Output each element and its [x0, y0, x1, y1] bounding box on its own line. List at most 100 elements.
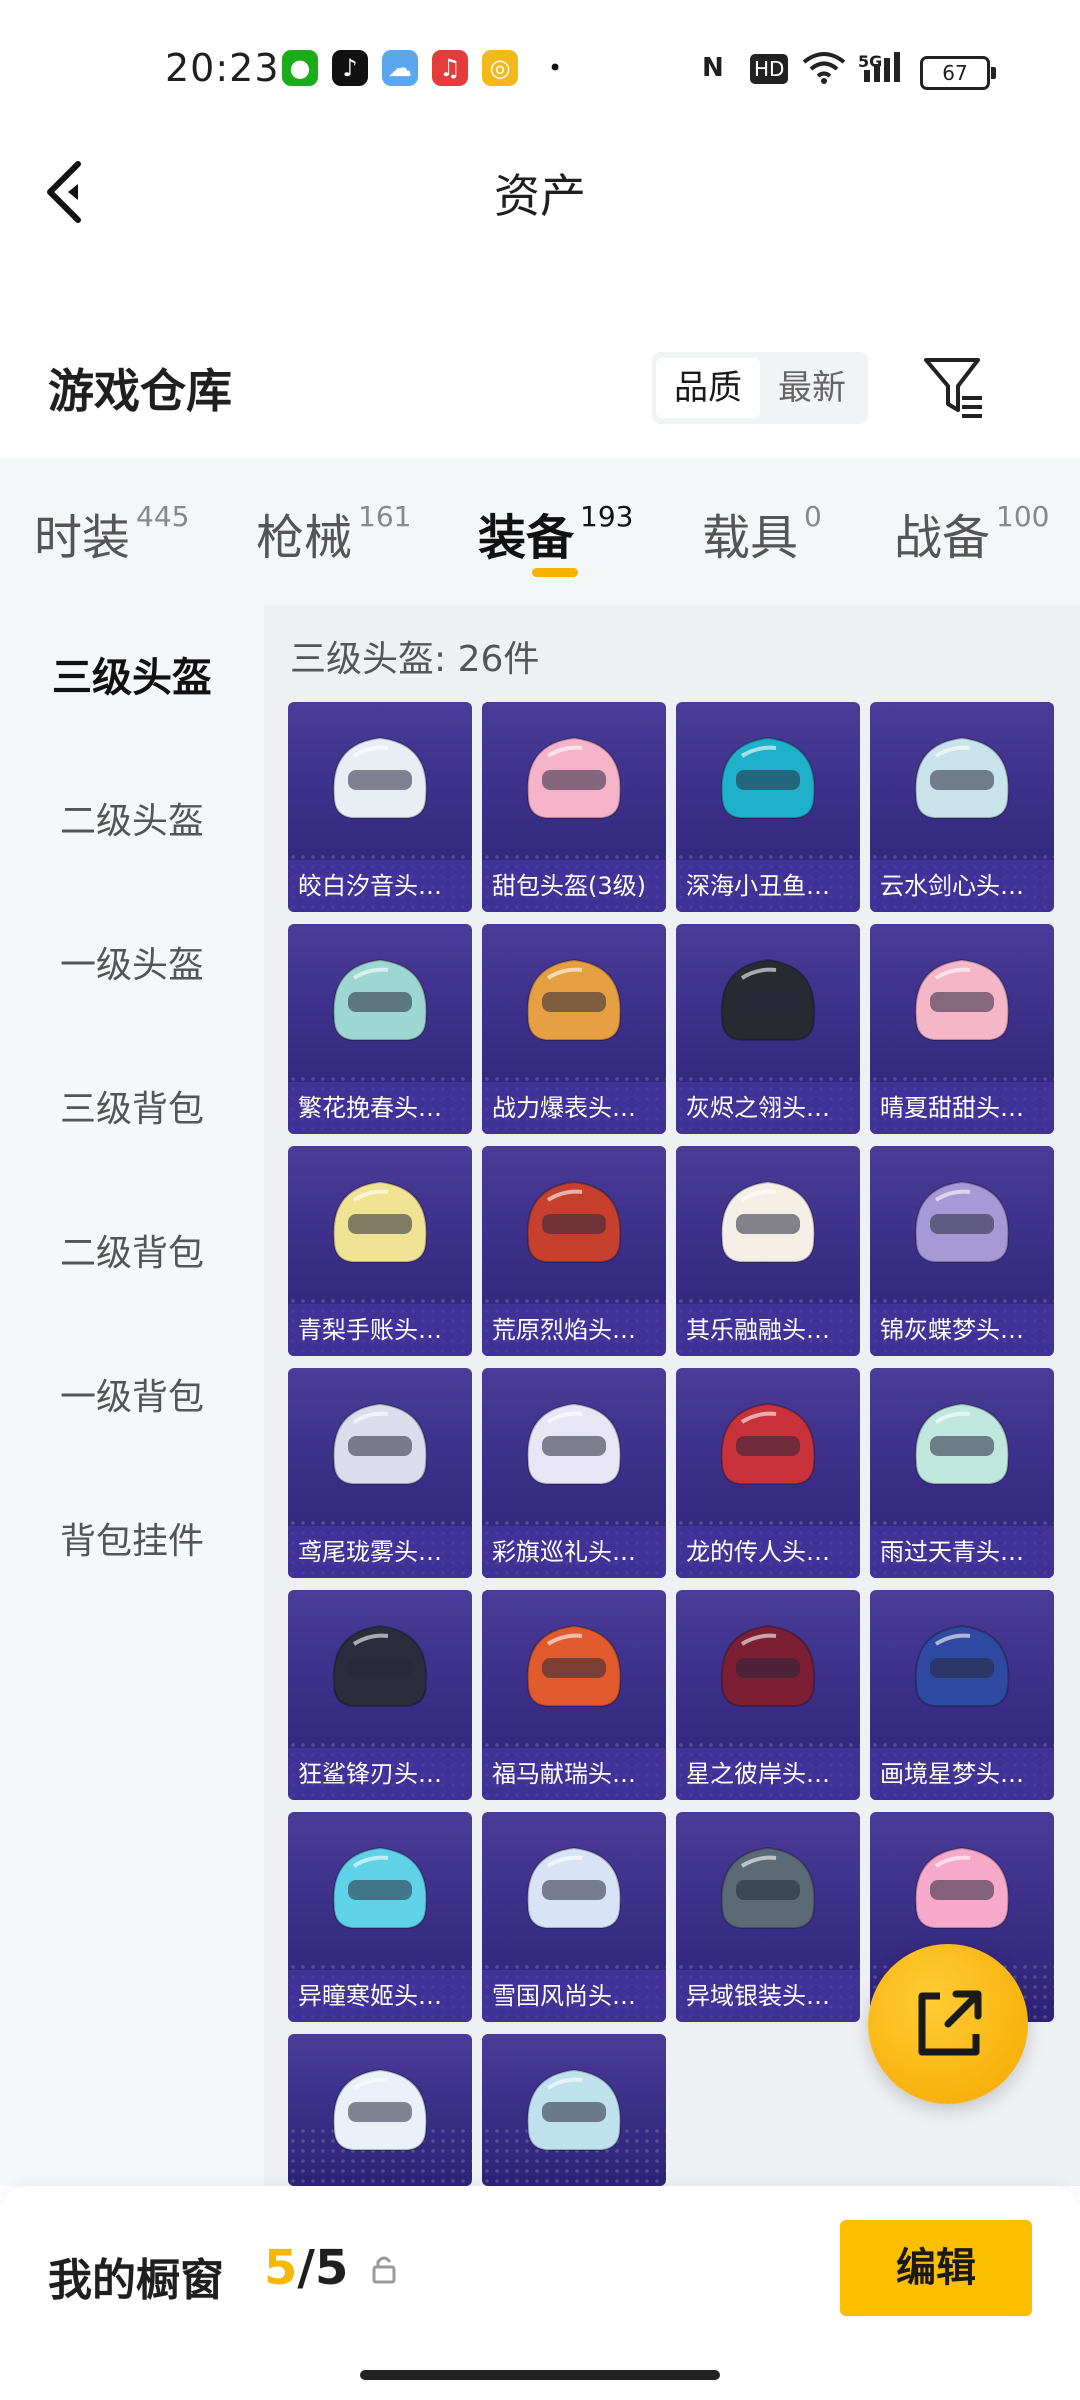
item-name: 锦灰蝶梦头盔... [870, 1304, 1054, 1356]
helmet-icon [526, 1846, 622, 1929]
share-button[interactable] [868, 1944, 1028, 2104]
signal-icon [860, 50, 904, 86]
showcase-count-current: 5 [264, 2240, 298, 2296]
filter-button[interactable] [920, 352, 988, 424]
sidebar-item-backpack-charm[interactable]: 背包挂件 [0, 1470, 264, 1614]
item-card[interactable]: 雪国风尚头盔... [482, 1812, 666, 2022]
tab-count: 161 [358, 500, 412, 533]
item-name: 灰烬之翎头盔... [676, 1082, 860, 1134]
item-card[interactable]: 繁花挽春头盔... [288, 924, 472, 1134]
tab-count: 0 [804, 500, 822, 533]
item-card[interactable]: 其乐融融头盔... [676, 1146, 860, 1356]
tab-count: 100 [996, 500, 1050, 533]
helmet-icon [720, 1402, 816, 1485]
item-card[interactable]: 雨过天青头盔... [870, 1368, 1054, 1578]
item-name: 雨过天青头盔... [870, 1526, 1054, 1578]
item-name: 狂鲨锋刃头盔... [288, 1748, 472, 1800]
status-time: 20:23 [165, 46, 280, 90]
item-card[interactable]: 荒原烈焰头盔... [482, 1146, 666, 1356]
item-card[interactable]: 青梨手账头盔... [288, 1146, 472, 1356]
item-card[interactable]: 晴夏甜甜头盔... [870, 924, 1054, 1134]
item-card[interactable]: 画境星梦头盔... [870, 1590, 1054, 1800]
item-name: 青梨手账头盔... [288, 1304, 472, 1356]
sidebar-item-level3-helmet[interactable]: 三级头盔 [0, 606, 264, 750]
helmet-icon [914, 1402, 1010, 1485]
item-card[interactable]: 皎白汐音头盔... [288, 702, 472, 912]
item-card[interactable]: 甜包头盔(3级) [482, 702, 666, 912]
item-name: 异域银装头盔... [676, 1970, 860, 2022]
item-card[interactable]: 彩旗巡礼头盔... [482, 1368, 666, 1578]
item-card[interactable]: 异瞳寒姬头盔... [288, 1812, 472, 2022]
tab-vehicles[interactable]: 载具 0 [702, 498, 822, 568]
tab-count: 193 [580, 500, 634, 533]
item-card[interactable]: 狂鲨锋刃头盔... [288, 1590, 472, 1800]
helmet-icon [332, 958, 428, 1041]
sidebar-item-level1-helmet[interactable]: 一级头盔 [0, 894, 264, 1038]
helmet-icon [332, 1402, 428, 1485]
tab-label: 载具 [702, 510, 799, 566]
sort-newest-option[interactable]: 最新 [760, 358, 864, 418]
showcase-count: 5/5 [264, 2240, 348, 2296]
item-card[interactable]: 战力爆表头盔... [482, 924, 666, 1134]
item-card[interactable]: 福马献瑞头盔... [482, 1590, 666, 1800]
helmet-icon [526, 1624, 622, 1707]
item-name: 鸢尾珑雾头盔... [288, 1526, 472, 1578]
showcase-label: 我的橱窗 [48, 2255, 224, 2306]
item-name: 晴夏甜甜头盔... [870, 1082, 1054, 1134]
edit-button[interactable]: 编辑 [840, 2220, 1032, 2316]
helmet-icon [914, 1846, 1010, 1929]
item-name: 战力爆表头盔... [482, 1082, 666, 1134]
item-card[interactable]: 异域银装头盔... [676, 1812, 860, 2022]
tiktok-icon: ♪ [332, 50, 368, 86]
tab-label: 枪械 [256, 510, 353, 566]
sidebar-item-level2-backpack[interactable]: 二级背包 [0, 1182, 264, 1326]
sidebar-item-level1-backpack[interactable]: 一级背包 [0, 1326, 264, 1470]
helmet-icon [720, 1180, 816, 1263]
wechat-icon: ● [282, 50, 318, 86]
lock-icon [370, 2254, 398, 2284]
item-name: 繁花挽春头盔... [288, 1082, 472, 1134]
item-card[interactable]: 龙的传人头盔... [676, 1368, 860, 1578]
sort-quality-option[interactable]: 品质 [656, 358, 760, 418]
game-icon: ◎ [482, 50, 518, 86]
item-card[interactable]: 云水剑心头盔... [870, 702, 1054, 912]
helmet-icon [720, 958, 816, 1041]
helmet-icon [720, 1624, 816, 1707]
active-tab-indicator [532, 568, 578, 577]
tab-guns[interactable]: 枪械 161 [256, 498, 411, 568]
tab-fashion[interactable]: 时装 445 [34, 498, 189, 568]
showcase-count-separator: / [297, 2240, 315, 2296]
warehouse-title: 游戏仓库 [48, 364, 232, 418]
filter-icon [924, 358, 982, 418]
helmet-icon [332, 2068, 428, 2151]
tab-count: 445 [136, 500, 190, 533]
item-name: 福马献瑞头盔... [482, 1748, 666, 1800]
sort-toggle: 品质 最新 [652, 352, 868, 424]
helmet-icon [332, 1624, 428, 1707]
item-name: 荒原烈焰头盔... [482, 1304, 666, 1356]
share-icon [918, 1990, 982, 2056]
tab-label: 时装 [34, 510, 131, 566]
helmet-icon [526, 1180, 622, 1263]
home-indicator [360, 2370, 720, 2380]
tab-equipment[interactable]: 装备 193 [478, 498, 633, 568]
item-card[interactable]: 灰烬之翎头盔... [676, 924, 860, 1134]
sidebar-item-level3-backpack[interactable]: 三级背包 [0, 1038, 264, 1182]
item-name: 彩旗巡礼头盔... [482, 1526, 666, 1578]
wifi-icon [802, 50, 846, 86]
sidebar-item-level2-helmet[interactable]: 二级头盔 [0, 750, 264, 894]
item-card[interactable] [482, 2034, 666, 2186]
hd-icon: HD [750, 54, 789, 84]
item-card[interactable]: 深海小丑鱼头... [676, 702, 860, 912]
item-card[interactable] [288, 2034, 472, 2186]
item-card[interactable]: 鸢尾珑雾头盔... [288, 1368, 472, 1578]
item-card[interactable]: 星之彼岸头盔... [676, 1590, 860, 1800]
item-card[interactable]: 锦灰蝶梦头盔... [870, 1146, 1054, 1356]
item-name: 甜包头盔(3级) [482, 860, 666, 912]
helmet-icon [720, 1846, 816, 1929]
item-name: 深海小丑鱼头... [676, 860, 860, 912]
item-name: 皎白汐音头盔... [288, 860, 472, 912]
helmet-icon [332, 736, 428, 819]
helmet-icon [332, 1846, 428, 1929]
tab-supplies[interactable]: 战备 100 [894, 498, 1049, 568]
